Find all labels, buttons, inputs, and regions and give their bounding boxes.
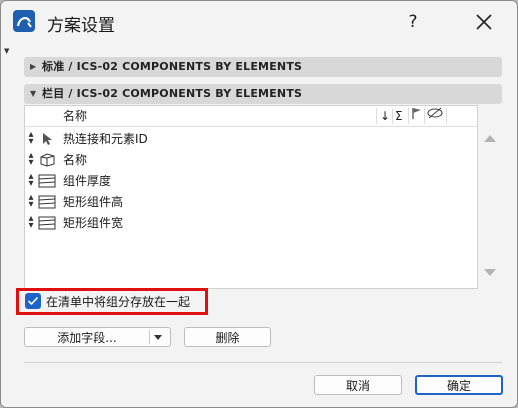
hatch-icon (38, 215, 56, 230)
window-title: 方案设置 (47, 16, 115, 36)
list-header: 名称 ↓ Σ (25, 106, 477, 127)
section-standard[interactable]: ▶ 标准 / ICS-02 COMPONENTS BY ELEMENTS (24, 57, 502, 77)
list-item[interactable]: ▴ ▾ 矩形组件高 (25, 191, 477, 212)
list-item-label: 矩形组件高 (63, 195, 124, 209)
column-divider (408, 108, 409, 124)
cursor-icon (38, 131, 56, 145)
close-icon (476, 14, 492, 30)
list-item[interactable]: ▴ ▾ 热连接和元素ID (25, 128, 477, 149)
group-together-label[interactable]: 在清单中将组分存放在一起 (46, 293, 190, 310)
scheme-settings-dialog: 方案设置 ? ▼ ▶ 标准 / ICS-02 COMPONENTS BY ELE… (0, 0, 518, 408)
add-field-button[interactable]: 添加字段... (24, 327, 171, 347)
triangle-down-icon: ▼ (30, 89, 37, 98)
scroll-down-icon[interactable] (484, 269, 496, 276)
hatch-icon (38, 173, 56, 188)
sort-icon[interactable]: ↓ (380, 106, 390, 126)
drag-handle-icon[interactable]: ▴ ▾ (27, 151, 35, 168)
flag-icon[interactable] (411, 106, 423, 126)
split-divider (149, 330, 150, 344)
ok-button[interactable]: 确定 (415, 375, 503, 395)
scroll-up-icon[interactable] (484, 135, 496, 142)
help-button[interactable]: ? (401, 9, 425, 35)
drag-handle-icon[interactable]: ▴ ▾ (27, 130, 35, 147)
drag-handle-icon[interactable]: ▴ ▾ (27, 193, 35, 210)
section-columns-label: 栏目 / ICS-02 COMPONENTS BY ELEMENTS (42, 87, 303, 100)
section-standard-label: 标准 / ICS-02 COMPONENTS BY ELEMENTS (42, 60, 303, 73)
column-divider (446, 108, 447, 124)
column-divider (424, 108, 425, 124)
sum-icon[interactable]: Σ (395, 106, 403, 126)
cancel-button[interactable]: 取消 (314, 375, 402, 395)
delete-button[interactable]: 删除 (184, 327, 271, 347)
checkmark-icon (27, 296, 39, 306)
list-item-label: 名称 (63, 153, 88, 167)
list-item[interactable]: ▴ ▾ 名称 (25, 149, 477, 170)
footer-divider (24, 362, 502, 363)
group-together-checkbox[interactable] (25, 293, 41, 309)
section-columns[interactable]: ▼ 栏目 / ICS-02 COMPONENTS BY ELEMENTS (24, 84, 502, 104)
archicad-icon (13, 10, 35, 32)
list-item[interactable]: ▴ ▾ 组件厚度 (25, 170, 477, 191)
column-divider (392, 108, 393, 124)
title-bar: 方案设置 ? (1, 1, 517, 45)
add-field-label: 添加字段... (57, 331, 117, 345)
triangle-right-icon: ▶ (30, 62, 37, 71)
hatch-icon (38, 194, 56, 209)
3d-box-icon (38, 152, 56, 167)
list-item-label: 组件厚度 (63, 174, 112, 188)
close-button[interactable] (471, 9, 497, 35)
column-divider (376, 108, 377, 124)
fields-list[interactable]: 名称 ↓ Σ ▴ ▾ 热连接和元素ID ▴ ▾ 名称 ▴ ▾ 组件厚度 ▴ ▾ … (24, 105, 478, 289)
drag-handle-icon[interactable]: ▴ ▾ (27, 172, 35, 189)
list-item[interactable]: ▴ ▾ 矩形组件宽 (25, 212, 477, 233)
column-name-header[interactable]: 名称 (63, 106, 87, 126)
list-item-label: 矩形组件宽 (63, 216, 124, 230)
list-item-label: 热连接和元素ID (63, 132, 148, 146)
drag-handle-icon[interactable]: ▴ ▾ (27, 214, 35, 231)
collapse-marker-icon: ▼ (4, 47, 10, 55)
dropdown-arrow-icon[interactable] (154, 335, 162, 340)
hidden-eye-icon[interactable] (427, 106, 443, 126)
